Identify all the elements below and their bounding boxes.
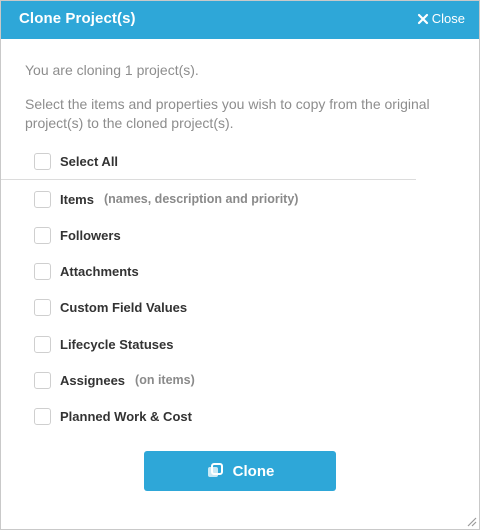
option-assignees[interactable]: Assignees (on items)	[34, 370, 195, 390]
option-planned-work-cost[interactable]: Planned Work & Cost	[34, 406, 192, 426]
copy-icon	[207, 463, 223, 477]
assignees-label: Assignees	[60, 372, 126, 388]
items-checkbox[interactable]	[34, 190, 51, 208]
close-icon	[417, 13, 428, 24]
option-followers[interactable]: Followers	[34, 225, 121, 245]
dialog-titlebar: Clone Project(s) Close	[1, 1, 479, 39]
followers-checkbox[interactable]	[34, 226, 51, 244]
instructions-text: Select the items and properties you wish…	[25, 96, 430, 131]
close-label: Close	[431, 11, 465, 26]
option-custom-field-values[interactable]: Custom Field Values	[34, 297, 187, 317]
lifecycle-statuses-label: Lifecycle Statuses	[60, 336, 174, 352]
planned-work-cost-label: Planned Work & Cost	[60, 408, 192, 424]
select-all-checkbox[interactable]	[34, 152, 51, 170]
select-all-option[interactable]: Select All	[34, 151, 118, 171]
cloning-count-text: You are cloning 1 project(s).	[25, 62, 199, 78]
followers-label: Followers	[60, 227, 121, 243]
divider	[1, 179, 416, 180]
clone-button[interactable]: Clone	[144, 451, 336, 491]
assignees-note: (on items)	[135, 373, 195, 387]
dialog-title: Clone Project(s)	[19, 10, 136, 27]
items-label: Items	[60, 191, 94, 207]
attachments-checkbox[interactable]	[34, 262, 51, 280]
custom-field-values-label: Custom Field Values	[60, 299, 188, 315]
custom-field-values-checkbox[interactable]	[34, 298, 51, 316]
clone-label: Clone	[232, 462, 275, 480]
close-button[interactable]: Close	[417, 11, 465, 26]
items-note: (names, description and priority)	[103, 192, 299, 206]
assignees-checkbox[interactable]	[34, 371, 51, 389]
clone-projects-dialog: Clone Project(s) Close You are cloning 1…	[0, 0, 480, 530]
planned-work-cost-checkbox[interactable]	[34, 407, 51, 425]
attachments-label: Attachments	[60, 263, 139, 279]
option-lifecycle-statuses[interactable]: Lifecycle Statuses	[34, 334, 173, 354]
select-all-label: Select All	[60, 153, 119, 169]
option-items[interactable]: Items (names, description and priority)	[34, 189, 298, 209]
option-attachments[interactable]: Attachments	[34, 261, 139, 281]
lifecycle-statuses-checkbox[interactable]	[34, 335, 51, 353]
resize-grip-icon[interactable]	[465, 515, 477, 527]
